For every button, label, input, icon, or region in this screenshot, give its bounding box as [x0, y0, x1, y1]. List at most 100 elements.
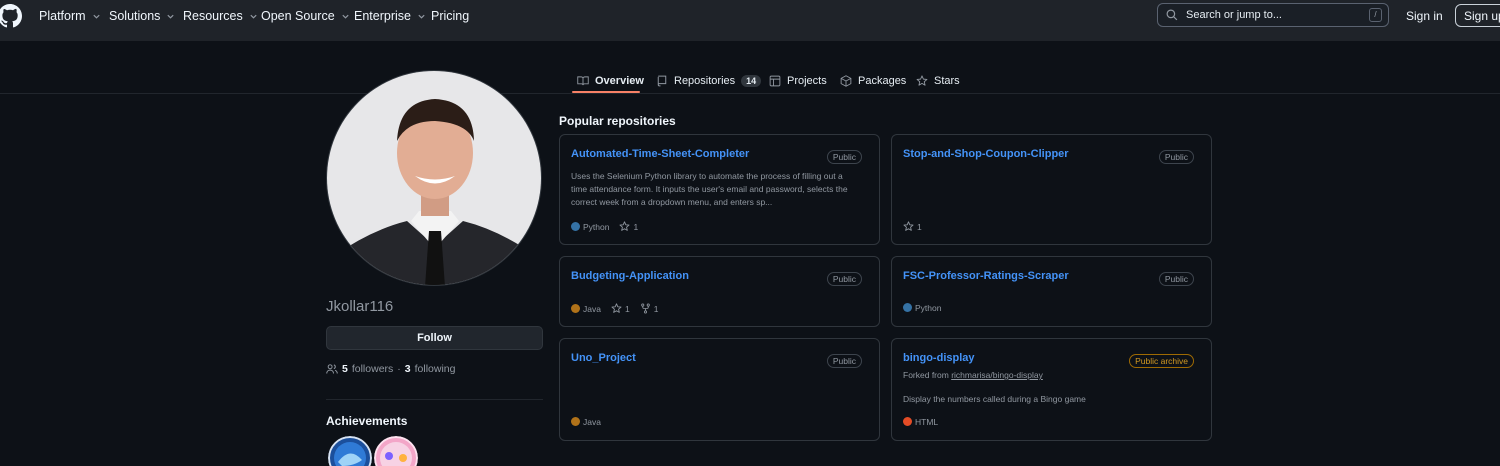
- nav-open-source-label: Open Source: [261, 9, 335, 23]
- nav-solutions[interactable]: Solutions: [109, 9, 175, 23]
- sidebar-divider: [326, 399, 543, 400]
- repo-stars[interactable]: 1: [903, 221, 922, 232]
- star-icon: [903, 221, 914, 231]
- search-input[interactable]: Search or jump to... /: [1157, 3, 1389, 27]
- repo-stars[interactable]: 1: [611, 303, 630, 314]
- forked-prefix: Forked from: [903, 370, 949, 380]
- search-placeholder: Search or jump to...: [1186, 9, 1282, 21]
- language-label: HTML: [915, 417, 939, 427]
- repo-forks[interactable]: 1: [640, 303, 659, 314]
- repo-meta: Python: [903, 303, 941, 313]
- tab-projects-label: Projects: [787, 75, 827, 87]
- nav-pricing-label: Pricing: [431, 9, 470, 23]
- achievement-badge-yolo[interactable]: [374, 436, 418, 466]
- language-color-dot: [903, 417, 912, 426]
- tab-stars[interactable]: Stars: [916, 70, 960, 92]
- language-color-dot: [571, 417, 580, 426]
- visibility-badge: Public: [826, 354, 862, 368]
- top-navigation-bar: Platform Solutions Resources Open Source…: [0, 0, 1500, 41]
- language-label: Java: [583, 303, 601, 314]
- visibility-badge: Public: [826, 150, 862, 164]
- visibility-badge: Public: [1158, 150, 1194, 164]
- nav-platform[interactable]: Platform: [39, 9, 101, 23]
- nav-enterprise[interactable]: Enterprise: [354, 9, 426, 23]
- chevron-down-icon: [92, 14, 100, 19]
- repo-language: Python: [571, 221, 610, 232]
- tab-overview[interactable]: Overview: [577, 70, 644, 92]
- repo-description: Uses the Selenium Python library to auto…: [571, 171, 848, 207]
- visibility-badge: Public: [1158, 272, 1194, 286]
- repo-card-bingo-display: bingo-display Public archive Forked from…: [891, 338, 1212, 441]
- star-count: 1: [917, 222, 922, 232]
- archive-badge: Public archive: [1129, 354, 1194, 368]
- repo-card-automated-time-sheet-completer: Automated-Time-Sheet-Completer Public Us…: [559, 134, 880, 245]
- github-logo-icon[interactable]: [0, 4, 22, 28]
- visibility-badge: Public: [826, 272, 862, 286]
- nav-solutions-label: Solutions: [109, 9, 161, 23]
- followers-summary[interactable]: 5 followers · 3 following: [326, 363, 455, 375]
- chevron-down-icon: [342, 14, 349, 19]
- forked-from: Forked from richmarisa/bingo-display: [903, 370, 1043, 380]
- achievement-badge-shark[interactable]: [328, 436, 372, 466]
- chevron-down-icon: [418, 14, 425, 19]
- tab-repositories-label: Repositories: [674, 75, 736, 87]
- popular-repositories-heading: Popular repositories: [559, 114, 676, 128]
- followers-count: 5: [342, 363, 348, 375]
- repo-language: Python: [903, 303, 941, 313]
- repo-language: Java: [571, 303, 601, 314]
- repo-name-link[interactable]: bingo-display: [903, 352, 975, 364]
- avatar-portrait-image: [327, 71, 541, 285]
- language-label: Python: [583, 221, 610, 232]
- language-label: Java: [583, 417, 601, 427]
- tabs-divider: [0, 93, 1500, 94]
- repo-meta: HTML: [903, 417, 938, 427]
- nav-pricing[interactable]: Pricing: [431, 9, 469, 23]
- active-tab-indicator: [572, 91, 640, 93]
- sign-up-button[interactable]: Sign up: [1455, 4, 1500, 27]
- repo-name-link[interactable]: Automated-Time-Sheet-Completer: [571, 148, 749, 160]
- tab-projects[interactable]: Projects: [769, 70, 827, 92]
- tab-packages-label: Packages: [858, 75, 907, 87]
- star-icon: [611, 303, 622, 313]
- repositories-count: 14: [741, 75, 762, 87]
- nav-platform-label: Platform: [39, 9, 86, 23]
- repo-description: Display the numbers called during a Bing…: [903, 394, 1086, 404]
- repo-card-uno-project: Uno_Project Public Java: [559, 338, 880, 441]
- tab-repositories[interactable]: Repositories 14: [656, 70, 762, 92]
- follow-button[interactable]: Follow: [326, 326, 543, 350]
- search-shortcut-key: /: [1369, 8, 1382, 22]
- language-color-dot: [903, 303, 912, 312]
- language-color-dot: [571, 221, 580, 231]
- repo-stars[interactable]: 1: [619, 221, 638, 232]
- search-icon: [1166, 9, 1178, 21]
- forked-source-link[interactable]: richmarisa/bingo-display: [951, 370, 1043, 380]
- book-icon: [577, 76, 589, 86]
- followers-separator: ·: [397, 363, 401, 375]
- profile-avatar[interactable]: [326, 70, 542, 286]
- followers-label: followers: [351, 363, 394, 375]
- star-count: 1: [624, 304, 630, 314]
- fork-icon: [640, 303, 650, 314]
- chevron-down-icon: [250, 14, 257, 19]
- tab-packages[interactable]: Packages: [840, 70, 906, 92]
- achievements-heading: Achievements: [326, 414, 408, 428]
- repo-icon: [657, 75, 667, 87]
- repo-meta: Java 1 1: [571, 303, 658, 314]
- repo-name-link[interactable]: Uno_Project: [571, 352, 636, 364]
- package-icon: [840, 75, 852, 87]
- nav-open-source[interactable]: Open Source: [261, 9, 350, 23]
- people-icon: [326, 364, 338, 374]
- sign-in-link[interactable]: Sign in: [1406, 9, 1443, 23]
- repo-card-budgeting-application: Budgeting-Application Public Java 1 1: [559, 256, 880, 327]
- repo-language: HTML: [903, 417, 938, 427]
- repo-name-link[interactable]: Stop-and-Shop-Coupon-Clipper: [903, 148, 1069, 160]
- star-icon: [916, 75, 928, 86]
- repo-name-link[interactable]: Budgeting-Application: [571, 270, 689, 282]
- repo-name-link[interactable]: FSC-Professor-Ratings-Scraper: [903, 270, 1069, 282]
- nav-resources[interactable]: Resources: [183, 9, 258, 23]
- tab-overview-label: Overview: [595, 75, 644, 87]
- fork-count: 1: [653, 304, 659, 314]
- nav-resources-label: Resources: [183, 9, 243, 23]
- following-count: 3: [404, 363, 411, 375]
- table-icon: [769, 75, 781, 87]
